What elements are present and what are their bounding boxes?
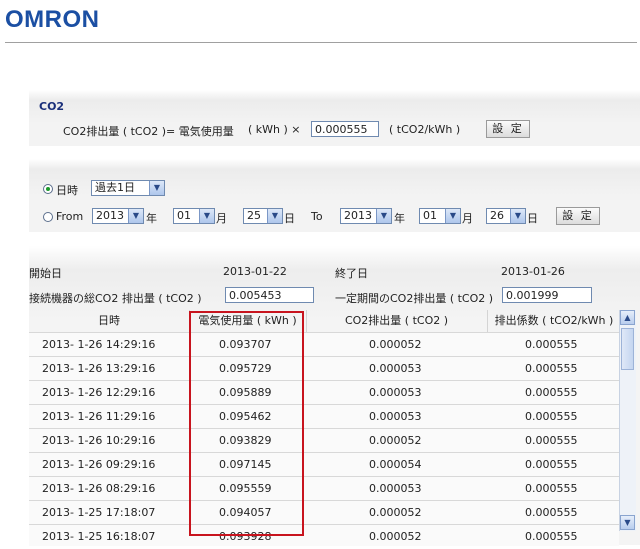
cell-factor: 0.000555 (525, 506, 578, 519)
from-mode-label: From (56, 210, 84, 223)
cell-factor: 0.000555 (525, 434, 578, 447)
from-day-value: 25 (247, 209, 261, 222)
to-day-value: 26 (490, 209, 504, 222)
table-row[interactable]: 2013- 1-26 12:29:16 0.095889 0.000053 0.… (29, 380, 619, 405)
from-month-select[interactable]: 01 ▼ (173, 208, 215, 224)
chevron-down-icon: ▼ (149, 181, 164, 195)
table-row[interactable]: 2013- 1-25 17:18:07 0.094057 0.000052 0.… (29, 500, 619, 525)
co2-formula-unit: ( kWh ) × (248, 123, 301, 136)
cell-factor: 0.000555 (525, 386, 578, 399)
recent-period-select[interactable]: 過去1日 ▼ (91, 180, 165, 196)
cell-co2: 0.000052 (369, 338, 422, 351)
table-scrollbar[interactable]: ▲ ▼ (619, 310, 636, 531)
cell-co2: 0.000052 (369, 434, 422, 447)
cell-co2: 0.000052 (369, 506, 422, 519)
co2-section-title: CO2 (39, 100, 65, 113)
history-table: 日時 電気使用量 ( kWh ) CO2排出量 ( tCO2 ) 排出係数 ( … (29, 310, 640, 546)
table-row[interactable]: 2013- 1-26 13:29:16 0.095729 0.000053 0.… (29, 356, 619, 381)
to-month-unit: 月 (462, 212, 473, 225)
kwh-column-highlight (189, 311, 304, 536)
table-row[interactable]: 2013- 1-26 08:29:16 0.095559 0.000053 0.… (29, 476, 619, 501)
datetime-mode-label: 日時 (56, 184, 78, 197)
cell-datetime: 2013- 1-26 09:29:16 (42, 458, 156, 471)
table-header: 日時 電気使用量 ( kWh ) CO2排出量 ( tCO2 ) 排出係数 ( … (29, 310, 619, 332)
chevron-down-icon: ▼ (267, 209, 282, 223)
cell-co2: 0.000054 (369, 458, 422, 471)
table-row[interactable]: 2013- 1-26 11:29:16 0.095462 0.000053 0.… (29, 404, 619, 429)
cell-datetime: 2013- 1-26 08:29:16 (42, 482, 156, 495)
to-day-unit: 日 (527, 212, 538, 225)
table-row[interactable]: 2013- 1-25 16:18:07 0.093928 0.000052 0.… (29, 524, 619, 546)
chevron-down-icon: ▼ (445, 209, 460, 223)
recent-period-value: 過去1日 (95, 181, 135, 194)
to-year-unit: 年 (394, 212, 405, 225)
end-date-label: 終了日 (335, 267, 368, 280)
omron-logo: OMRON (5, 6, 100, 33)
to-label: To (311, 210, 323, 223)
total-co2-label: 接続機器の総CO2 排出量 ( tCO2 ) (29, 292, 202, 305)
total-co2-field: 0.005453 (225, 287, 314, 303)
start-date-value: 2013-01-22 (223, 265, 287, 278)
co2-factor-input[interactable]: 0.000555 (311, 121, 379, 137)
scroll-down-icon[interactable]: ▼ (620, 515, 635, 530)
cell-factor: 0.000555 (525, 530, 578, 543)
co2-factor-unit: ( tCO2/kWh ) (389, 123, 461, 136)
end-date-value: 2013-01-26 (501, 265, 565, 278)
header-co2: CO2排出量 ( tCO2 ) (344, 314, 449, 327)
cell-datetime: 2013- 1-26 12:29:16 (42, 386, 156, 399)
from-year-select[interactable]: 2013 ▼ (92, 208, 144, 224)
period-co2-field: 0.001999 (502, 287, 592, 303)
factor-set-button[interactable]: 設 定 (486, 120, 530, 138)
to-month-value: 01 (423, 209, 437, 222)
period-panel: 日時 過去1日 ▼ From 2013 ▼ 年 01 ▼ 月 25 ▼ 日 To… (29, 159, 640, 232)
scroll-up-icon[interactable]: ▲ (620, 310, 635, 325)
datetime-mode-radio[interactable] (43, 184, 53, 194)
cell-datetime: 2013- 1-25 16:18:07 (42, 530, 156, 543)
table-row[interactable]: 2013- 1-26 10:29:16 0.093829 0.000052 0.… (29, 428, 619, 453)
cell-factor: 0.000555 (525, 482, 578, 495)
cell-datetime: 2013- 1-26 13:29:16 (42, 362, 156, 375)
start-date-label: 開始日 (29, 267, 62, 280)
scroll-thumb[interactable] (621, 328, 634, 370)
header-divider (5, 42, 637, 43)
to-year-select[interactable]: 2013 ▼ (340, 208, 392, 224)
table-row[interactable]: 2013- 1-26 14:29:16 0.093707 0.000052 0.… (29, 332, 619, 357)
header-datetime: 日時 (98, 314, 120, 327)
chevron-down-icon: ▼ (510, 209, 525, 223)
table-row[interactable]: 2013- 1-26 09:29:16 0.097145 0.000054 0.… (29, 452, 619, 477)
cell-datetime: 2013- 1-26 14:29:16 (42, 338, 156, 351)
to-month-select[interactable]: 01 ▼ (419, 208, 461, 224)
cell-datetime: 2013- 1-26 10:29:16 (42, 434, 156, 447)
from-year-value: 2013 (96, 209, 124, 222)
cell-co2: 0.000053 (369, 386, 422, 399)
from-month-value: 01 (177, 209, 191, 222)
results-panel: 開始日 2013-01-22 終了日 2013-01-26 接続機器の総CO2 … (29, 246, 640, 546)
to-day-select[interactable]: 26 ▼ (486, 208, 526, 224)
cell-co2: 0.000052 (369, 530, 422, 543)
co2-formula-label: CO2排出量 ( tCO2 )= 電気使用量 (63, 125, 234, 138)
cell-factor: 0.000555 (525, 458, 578, 471)
from-day-select[interactable]: 25 ▼ (243, 208, 283, 224)
header-factor: 排出係数 ( tCO2/kWh ) (494, 314, 614, 327)
cell-datetime: 2013- 1-25 17:18:07 (42, 506, 156, 519)
cell-co2: 0.000053 (369, 362, 422, 375)
cell-factor: 0.000555 (525, 338, 578, 351)
to-year-value: 2013 (344, 209, 372, 222)
cell-datetime: 2013- 1-26 11:29:16 (42, 410, 156, 423)
from-mode-radio[interactable] (43, 212, 53, 222)
period-co2-label: 一定期間のCO2排出量 ( tCO2 ) (335, 292, 494, 305)
period-set-button[interactable]: 設 定 (556, 207, 600, 225)
cell-factor: 0.000555 (525, 362, 578, 375)
chevron-down-icon: ▼ (128, 209, 143, 223)
cell-co2: 0.000053 (369, 410, 422, 423)
from-day-unit: 日 (284, 212, 295, 225)
cell-co2: 0.000053 (369, 482, 422, 495)
co2-factor-panel: CO2 CO2排出量 ( tCO2 )= 電気使用量 ( kWh ) × 0.0… (29, 90, 640, 146)
chevron-down-icon: ▼ (199, 209, 214, 223)
from-year-unit: 年 (146, 212, 157, 225)
from-month-unit: 月 (216, 212, 227, 225)
cell-factor: 0.000555 (525, 410, 578, 423)
chevron-down-icon: ▼ (376, 209, 391, 223)
